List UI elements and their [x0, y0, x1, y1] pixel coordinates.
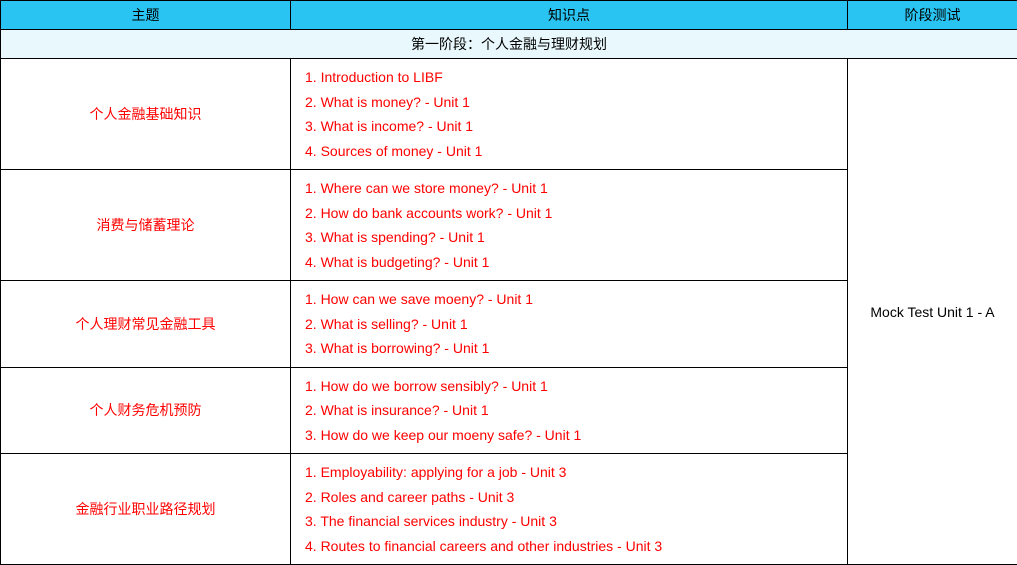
knowledge-point: 2. What is selling? - Unit 1 — [305, 312, 833, 337]
knowledge-cell: 1. Employability: applying for a job - U… — [291, 454, 848, 565]
header-test: 阶段测试 — [848, 1, 1017, 30]
knowledge-point: 3. What is borrowing? - Unit 1 — [305, 336, 833, 361]
knowledge-point: 1. Employability: applying for a job - U… — [305, 460, 833, 485]
knowledge-cell: 1. How do we borrow sensibly? - Unit 12.… — [291, 367, 848, 454]
knowledge-point: 1. Where can we store money? - Unit 1 — [305, 176, 833, 201]
knowledge-point: 2. How do bank accounts work? - Unit 1 — [305, 201, 833, 226]
knowledge-point: 1. How can we save moeny? - Unit 1 — [305, 287, 833, 312]
knowledge-cell: 1. Introduction to LIBF2. What is money?… — [291, 59, 848, 170]
topic-cell: 个人金融基础知识 — [1, 59, 291, 170]
topic-cell: 个人财务危机预防 — [1, 367, 291, 454]
knowledge-point: 4. What is budgeting? - Unit 1 — [305, 250, 833, 275]
header-knowledge: 知识点 — [291, 1, 848, 30]
topic-cell: 金融行业职业路径规划 — [1, 454, 291, 565]
knowledge-point: 3. How do we keep our moeny safe? - Unit… — [305, 423, 833, 448]
knowledge-point: 2. Roles and career paths - Unit 3 — [305, 485, 833, 510]
test-cell: Mock Test Unit 1 - A — [848, 59, 1017, 565]
knowledge-point: 1. How do we borrow sensibly? - Unit 1 — [305, 374, 833, 399]
stage-title: 第一阶段：个人金融与理财规划 — [1, 30, 1017, 59]
topic-cell: 消费与储蓄理论 — [1, 170, 291, 281]
table-row: 个人金融基础知识1. Introduction to LIBF2. What i… — [1, 59, 1017, 170]
knowledge-point: 3. What is income? - Unit 1 — [305, 114, 833, 139]
table-body: 第一阶段：个人金融与理财规划 个人金融基础知识1. Introduction t… — [1, 30, 1017, 565]
knowledge-point: 4. Routes to financial careers and other… — [305, 534, 833, 559]
curriculum-table: 主题 知识点 阶段测试 第一阶段：个人金融与理财规划 个人金融基础知识1. In… — [0, 0, 1017, 565]
knowledge-point: 1. Introduction to LIBF — [305, 65, 833, 90]
header-row: 主题 知识点 阶段测试 — [1, 1, 1017, 30]
header-topic: 主题 — [1, 1, 291, 30]
stage-row: 第一阶段：个人金融与理财规划 — [1, 30, 1017, 59]
knowledge-cell: 1. How can we save moeny? - Unit 12. Wha… — [291, 281, 848, 368]
knowledge-cell: 1. Where can we store money? - Unit 12. … — [291, 170, 848, 281]
knowledge-point: 3. What is spending? - Unit 1 — [305, 225, 833, 250]
topic-cell: 个人理财常见金融工具 — [1, 281, 291, 368]
knowledge-point: 2. What is money? - Unit 1 — [305, 90, 833, 115]
knowledge-point: 2. What is insurance? - Unit 1 — [305, 398, 833, 423]
knowledge-point: 4. Sources of money - Unit 1 — [305, 139, 833, 164]
